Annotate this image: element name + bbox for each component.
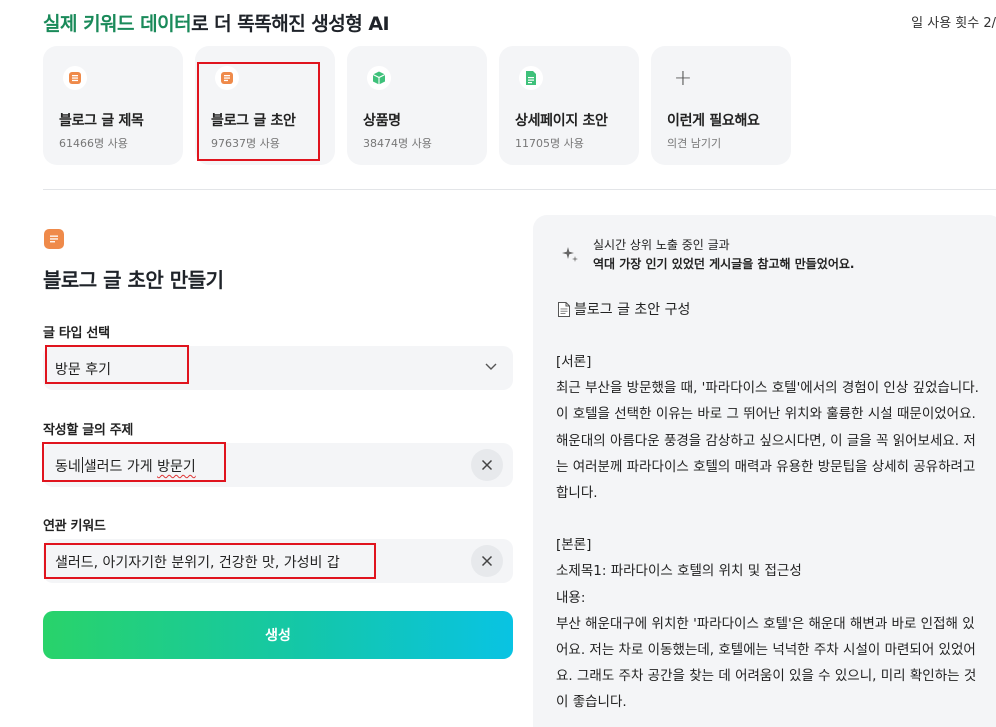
card-detail-page[interactable]: 상세페이지 초안 11705명 사용 [499,46,639,165]
draft-body: [서론] 최근 부산을 방문했을 때, '파라다이스 호텔'에서의 경험이 인상… [556,349,986,716]
box-icon [367,66,391,90]
annotation-box-type [45,345,189,384]
result-panel: 실시간 상위 노출 중인 글과 역대 가장 인기 있었던 게시글을 참고해 만들… [533,215,996,727]
card-usage: 38474명 사용 [363,137,432,150]
card-name: 이런게 필요해요 [667,113,760,129]
document-icon [44,229,64,249]
page-icon [519,66,543,90]
plus-icon: + [673,65,693,91]
card-request-feature[interactable]: + 이런게 필요해요 의견 남기기 [651,46,791,165]
sparkle-icon [562,247,578,262]
card-feedback-link: 의견 남기기 [667,137,722,150]
generate-button[interactable]: 생성 [43,611,513,659]
subtitle-1: 소제목1: 파라다이스 호텔의 위치 및 접근성 [556,563,802,580]
daily-usage-count: 일 사용 횟수 2/ [911,16,996,31]
content-label: 내용: [556,589,586,606]
type-label: 글 타입 선택 [43,326,110,341]
topic-label: 작성할 글의 주제 [43,423,134,438]
panel-hint-line2: 역대 가장 인기 있었던 게시글을 참고해 만들었어요. [593,257,855,271]
form-title: 블로그 글 초안 만들기 [43,268,224,292]
page-headline: 실제 키워드 데이터로 더 똑똑해진 생성형 AI [43,9,390,36]
card-product-name[interactable]: 상품명 38474명 사용 [347,46,487,165]
card-name: 상세페이지 초안 [515,113,608,129]
panel-hint-line1: 실시간 상위 노출 중인 글과 [593,238,730,252]
card-name: 블로그 글 제목 [59,113,144,129]
headline-highlight: 실제 키워드 데이터 [43,13,192,35]
keyword-label: 연관 키워드 [43,519,106,534]
body-tag: [본론] [556,537,592,554]
annotation-box-topic [42,442,226,482]
clear-keyword-button[interactable] [471,545,503,577]
intro-paragraph: 최근 부산을 방문했을 때, '파라다이스 호텔'에서의 경험이 인상 깊었습니… [556,380,979,502]
annotation-box-selected-card [197,62,320,161]
close-icon [481,459,493,471]
clear-topic-button[interactable] [471,449,503,481]
draft-heading: 블로그 글 초안 구성 [557,299,690,319]
close-icon [481,555,493,567]
list-icon [63,66,87,90]
intro-tag: [서론] [556,354,592,370]
chevron-down-icon [485,363,497,370]
card-name: 상품명 [363,113,401,129]
card-blog-title[interactable]: 블로그 글 제목 61466명 사용 [43,46,183,165]
section-divider [43,189,996,190]
tool-card-list: 블로그 글 제목 61466명 사용 블로그 글 초안 97637명 사용 상품… [43,46,791,165]
headline-rest: 로 더 똑똑해진 생성형 AI [191,13,390,35]
annotation-box-keyword [44,543,376,579]
content-paragraph: 부산 해운대구에 위치한 '파라다이스 호텔'은 해운대 해변과 바로 인접해 … [556,615,977,711]
draft-heading-text: 블로그 글 초안 구성 [574,302,691,318]
card-usage: 11705명 사용 [515,137,584,150]
page-icon [558,301,570,317]
card-usage: 61466명 사용 [59,137,128,150]
